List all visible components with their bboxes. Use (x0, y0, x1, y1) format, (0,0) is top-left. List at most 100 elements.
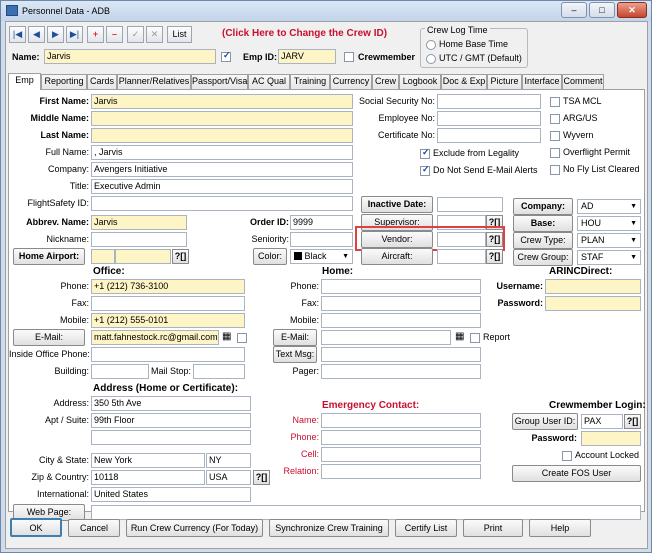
tab-logbook[interactable]: Logbook (399, 74, 441, 89)
home-email-button[interactable]: E-Mail: (273, 329, 317, 346)
certify-list-button[interactable]: Certify List (395, 519, 457, 537)
tab-cards[interactable]: Cards (87, 74, 117, 89)
tab-ac-qual[interactable]: AC Qual (248, 74, 290, 89)
order-id-input[interactable]: 9999 (290, 215, 353, 230)
abbrev-name-input[interactable]: Jarvis (91, 215, 187, 230)
run-crew-currency-button[interactable]: Run Crew Currency (For Today) (126, 519, 263, 537)
address-input[interactable]: 350 5th Ave (91, 396, 251, 411)
home-phone-input[interactable] (321, 279, 481, 294)
home-airport-code-input[interactable] (91, 249, 115, 264)
crew-type-select[interactable]: PLAN (577, 233, 641, 248)
title-input[interactable]: Executive Admin (91, 179, 353, 194)
add-record-button[interactable]: + (87, 26, 104, 43)
home-fax-input[interactable] (321, 296, 481, 311)
home-airport-button[interactable]: Home Airport: (13, 248, 85, 265)
international-input[interactable]: United States (91, 487, 251, 502)
print-button[interactable]: Print (463, 519, 523, 537)
company-select[interactable]: AD (577, 199, 641, 214)
tab-crew[interactable]: Crew (372, 74, 399, 89)
home-mobile-input[interactable] (321, 313, 481, 328)
account-locked-checkbox[interactable] (562, 451, 572, 461)
change-crew-link[interactable]: (Click Here to Change the Crew ID) (222, 26, 387, 41)
ssn-input[interactable] (437, 94, 541, 109)
utc-gmt-radio[interactable] (426, 54, 436, 64)
base-button[interactable]: Base: (513, 215, 573, 232)
office-email-input[interactable]: matt.fahnestock.rc@gmail.com (91, 330, 219, 345)
next-record-button[interactable]: ▶ (47, 26, 64, 43)
pager-input[interactable] (321, 364, 481, 379)
group-user-lookup-button[interactable]: ?[] (624, 414, 641, 429)
city-input[interactable]: New York (91, 453, 205, 468)
synchronize-crew-training-button[interactable]: Synchronize Crew Training (269, 519, 389, 537)
name-input[interactable]: Jarvis (44, 49, 216, 64)
save-record-button[interactable]: ✓ (127, 26, 144, 43)
home-email-input[interactable] (321, 330, 451, 345)
ok-button[interactable]: OK (10, 518, 62, 537)
wyvern-checkbox[interactable] (550, 131, 560, 141)
flightsafety-input[interactable] (91, 196, 353, 211)
tab-training[interactable]: Training (290, 74, 330, 89)
company-button[interactable]: Company: (513, 198, 573, 215)
aircraft-input[interactable] (437, 249, 486, 264)
office-mobile-input[interactable]: +1 (212) 555-0101 (91, 313, 245, 328)
seniority-input[interactable] (290, 232, 353, 247)
tab-planner-relatives[interactable]: Planner/Relatives (117, 74, 191, 89)
last-record-button[interactable]: ▶| (66, 26, 83, 43)
crew-type-button[interactable]: Crew Type: (513, 232, 573, 249)
tab-picture[interactable]: Picture (487, 74, 522, 89)
inactive-date-button[interactable]: Inactive Date: (361, 196, 433, 213)
home-address-book-icon[interactable]: ▦ (455, 329, 464, 344)
mail-stop-input[interactable] (193, 364, 245, 379)
home-airport-name-input[interactable] (115, 249, 171, 264)
crewmember-checkbox[interactable] (344, 52, 354, 62)
group-user-id-button[interactable]: Group User ID: (512, 413, 578, 430)
text-msg-input[interactable] (321, 347, 481, 362)
office-fax-input[interactable] (91, 296, 245, 311)
tab-emp[interactable]: Emp (8, 73, 41, 90)
crew-group-select[interactable]: STAF (577, 250, 641, 265)
tab-reporting[interactable]: Reporting (41, 74, 87, 89)
create-fos-user-button[interactable]: Create FOS User (512, 465, 641, 482)
exclude-legality-checkbox[interactable] (420, 147, 430, 159)
help-button[interactable]: Help (529, 519, 591, 537)
office-phone-input[interactable]: +1 (212) 736-3100 (91, 279, 245, 294)
login-password-input[interactable] (581, 431, 641, 446)
tab-doc-exp[interactable]: Doc & Exp (441, 74, 487, 89)
no-email-alerts-checkbox[interactable] (420, 164, 430, 176)
zip-input[interactable]: 10118 (91, 470, 205, 485)
color-select[interactable]: Black (290, 249, 353, 264)
home-airport-lookup-button[interactable]: ?[] (172, 249, 189, 264)
state-input[interactable]: NY (206, 453, 251, 468)
tab-passport-visa[interactable]: Passport/Visa (191, 74, 248, 89)
address-book-icon[interactable]: ▦ (222, 329, 231, 344)
list-button[interactable]: List (167, 26, 192, 43)
tab-interface[interactable]: Interface (522, 74, 562, 89)
prev-record-button[interactable]: ◀ (28, 26, 45, 43)
first-record-button[interactable]: |◀ (9, 26, 26, 43)
minimize-button[interactable]: – (561, 2, 587, 18)
emergency-phone-input[interactable] (321, 430, 481, 445)
nickname-input[interactable] (91, 232, 187, 247)
report-checkbox[interactable] (470, 333, 480, 343)
office-email-checkbox[interactable] (237, 333, 247, 343)
aircraft-lookup-button[interactable]: ?[] (486, 249, 503, 264)
aircraft-button[interactable]: Aircraft: (361, 248, 433, 265)
text-msg-button[interactable]: Text Msg: (273, 346, 317, 363)
emp-id-input[interactable]: JARV (278, 49, 336, 64)
tab-currency[interactable]: Currency (330, 74, 372, 89)
emergency-cell-input[interactable] (321, 447, 481, 462)
arinc-password-input[interactable] (545, 296, 641, 311)
employee-no-input[interactable] (437, 111, 541, 126)
middle-name-input[interactable] (91, 111, 353, 126)
office-email-button[interactable]: E-Mail: (13, 329, 85, 346)
web-page-input[interactable] (91, 505, 641, 520)
emergency-relation-input[interactable] (321, 464, 481, 479)
group-user-id-input[interactable]: PAX (581, 414, 623, 429)
base-select[interactable]: HOU (577, 216, 641, 231)
arg-us-checkbox[interactable] (550, 114, 560, 124)
cancel-button[interactable]: Cancel (68, 519, 120, 537)
inside-office-phone-input[interactable] (91, 347, 245, 362)
address-line3-input[interactable] (91, 430, 251, 445)
arinc-username-input[interactable] (545, 279, 641, 294)
cancel-record-button[interactable]: ✕ (146, 26, 163, 43)
